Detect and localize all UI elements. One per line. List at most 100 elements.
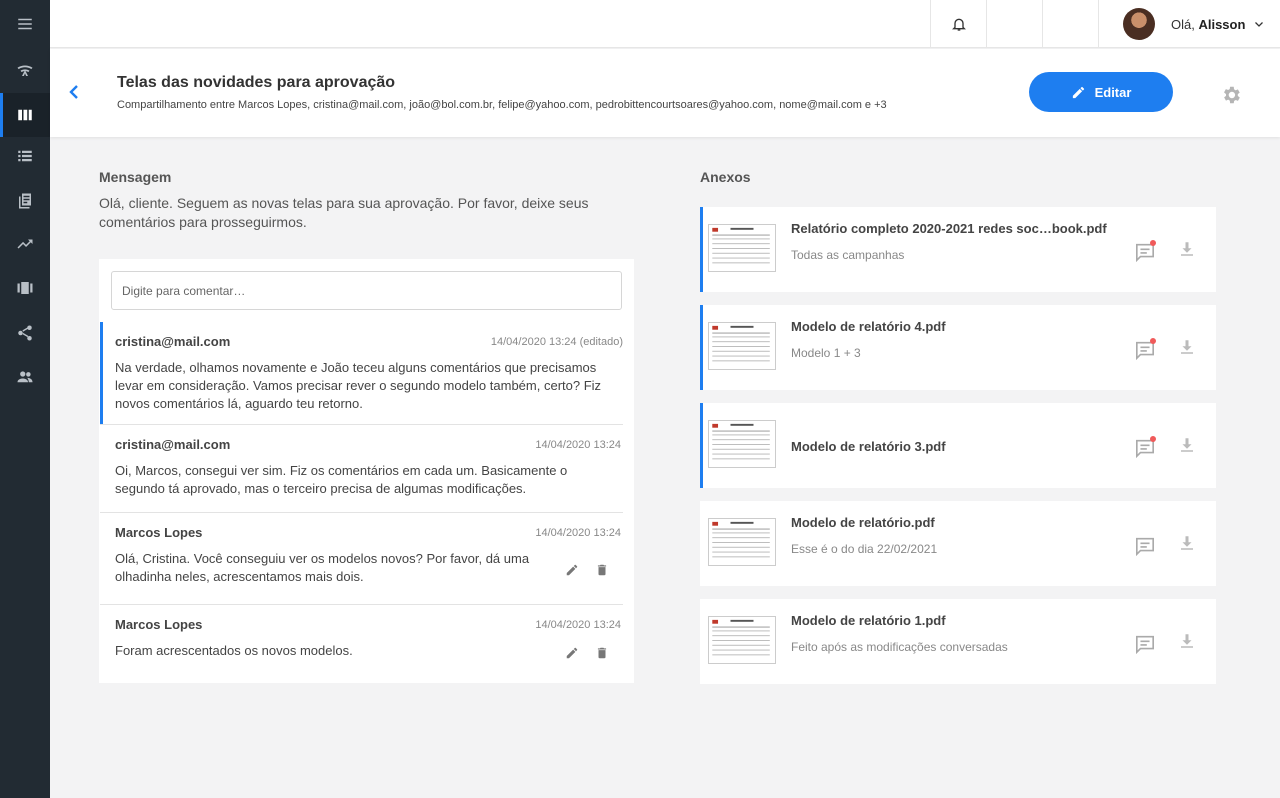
- sidebar-item-signal[interactable]: [0, 48, 50, 92]
- edit-button-label: Editar: [1094, 84, 1132, 100]
- attachments-label: Anexos: [700, 169, 751, 185]
- attachment-description: Modelo 1 + 3: [791, 346, 861, 360]
- sidebar-item-columns[interactable]: [0, 93, 50, 137]
- attachment-item[interactable]: Modelo de relatório.pdf Esse é o do dia …: [700, 501, 1216, 586]
- avatar: [1123, 8, 1155, 40]
- top-bar: Olá, Alisson: [50, 0, 1280, 48]
- attachment-comments-button[interactable]: [1134, 240, 1156, 263]
- topbar-slot-1[interactable]: [986, 0, 1042, 48]
- download-button[interactable]: [1178, 534, 1196, 552]
- pdf-thumbnail: [708, 420, 776, 468]
- attachment-description: Todas as campanhas: [791, 248, 905, 262]
- attachment-comments-button[interactable]: [1134, 338, 1156, 361]
- book-icon: [19, 193, 31, 209]
- comment-actions: [565, 646, 609, 660]
- download-button[interactable]: [1178, 338, 1196, 356]
- menu-icon: [18, 18, 32, 30]
- attachment-description: Esse é o do dia 22/02/2021: [791, 542, 938, 556]
- sidebar: [0, 0, 50, 798]
- attachment-comments-button[interactable]: [1134, 436, 1156, 459]
- download-button[interactable]: [1178, 240, 1196, 258]
- download-icon: [1181, 634, 1193, 648]
- notifications-button[interactable]: [930, 0, 986, 48]
- pdf-thumbnail: [708, 518, 776, 566]
- download-icon: [1181, 536, 1193, 550]
- user-menu[interactable]: Olá, Alisson: [1098, 0, 1280, 48]
- carousel-icon: [17, 282, 33, 294]
- message-label: Mensagem: [99, 169, 172, 185]
- chevron-down-icon: [1255, 22, 1264, 27]
- attachment-item[interactable]: Modelo de relatório 1.pdf Feito após as …: [700, 599, 1216, 684]
- comments-panel: cristina@mail.com 14/04/2020 13:24 (edit…: [99, 259, 634, 683]
- new-comment-dot: [1150, 240, 1156, 246]
- gear-icon[interactable]: [1220, 84, 1242, 106]
- comment-item: cristina@mail.com 14/04/2020 13:24 (edit…: [100, 322, 623, 425]
- share-participants: Compartilhamento entre Marcos Lopes, cri…: [117, 99, 887, 111]
- attachment-item[interactable]: Relatório completo 2020-2021 redes soc…b…: [700, 207, 1216, 292]
- pdf-thumbnail: [708, 224, 776, 272]
- attachment-item[interactable]: Modelo de relatório 4.pdf Modelo 1 + 3: [700, 305, 1216, 390]
- columns-icon: [18, 109, 32, 121]
- pdf-thumbnail: [708, 322, 776, 370]
- comment-body: Oi, Marcos, consegui ver sim. Fiz os com…: [115, 463, 568, 496]
- comment-author: Marcos Lopes: [115, 617, 203, 632]
- edit-button[interactable]: Editar: [1029, 72, 1173, 112]
- attachment-description: Feito após as modificações conversadas: [791, 640, 1008, 654]
- trash-icon[interactable]: [595, 646, 609, 660]
- pdf-thumbnail: [708, 616, 776, 664]
- comment-actions: [565, 563, 609, 577]
- pencil-icon[interactable]: [565, 646, 579, 660]
- page-header: Telas das novidades para aprovação Compa…: [50, 49, 1280, 137]
- sidebar-item-trending[interactable]: [0, 222, 50, 266]
- download-icon: [1181, 438, 1193, 452]
- comment-date: 14/04/2020 13:24 (editado): [490, 336, 623, 348]
- comment-icon: [1136, 537, 1154, 557]
- attachment-comments-button[interactable]: [1134, 634, 1156, 655]
- user-greeting: Olá, Alisson: [1171, 16, 1246, 32]
- page-title: Telas das novidades para aprovação: [117, 74, 396, 91]
- attachment-name: Relatório completo 2020-2021 redes soc…b…: [791, 221, 1107, 236]
- sidebar-item-share[interactable]: [0, 311, 50, 355]
- attachment-name: Modelo de relatório 1.pdf: [791, 613, 946, 628]
- comment-date: 14/04/2020 13:24: [535, 619, 621, 631]
- share-icon: [18, 325, 32, 341]
- comment-body: Olá, Cristina. Você conseguiu ver os mod…: [115, 551, 530, 584]
- comment-author: cristina@mail.com: [115, 334, 231, 349]
- comment-body: Na verdade, olhamos novamente e João tec…: [115, 360, 602, 411]
- new-comment-dot: [1150, 338, 1156, 344]
- comment-item: Marcos Lopes 14/04/2020 13:24 Olá, Crist…: [100, 513, 623, 605]
- trending-icon: [17, 239, 33, 249]
- sidebar-item-library[interactable]: [0, 179, 50, 223]
- comment-item: cristina@mail.com 14/04/2020 13:24 Oi, M…: [100, 425, 623, 513]
- comment-body: Foram acrescentados os novos modelos.: [115, 643, 353, 658]
- sidebar-item-list[interactable]: [0, 134, 50, 178]
- comment-author: cristina@mail.com: [115, 437, 231, 452]
- download-button[interactable]: [1178, 436, 1196, 454]
- pencil-icon: [1072, 86, 1084, 98]
- bell-icon: [951, 18, 966, 31]
- pencil-icon[interactable]: [565, 563, 579, 577]
- attachment-item[interactable]: Modelo de relatório 3.pdf: [700, 403, 1216, 488]
- people-icon: [17, 371, 33, 383]
- sidebar-item-people[interactable]: [0, 355, 50, 399]
- comment-author: Marcos Lopes: [115, 525, 203, 540]
- signal-icon: [17, 65, 33, 76]
- menu-button[interactable]: [0, 2, 50, 46]
- comment-input[interactable]: [111, 271, 622, 310]
- download-icon: [1181, 340, 1193, 354]
- attachment-name: Modelo de relatório 3.pdf: [791, 439, 946, 454]
- comment-icon: [1136, 635, 1154, 655]
- message-text: Olá, cliente. Seguem as novas telas para…: [99, 195, 589, 230]
- comment-date: 14/04/2020 13:24: [535, 527, 621, 539]
- trash-icon[interactable]: [595, 563, 609, 577]
- comment-date: 14/04/2020 13:24: [535, 439, 621, 451]
- download-button[interactable]: [1178, 632, 1196, 650]
- attachment-name: Modelo de relatório.pdf: [791, 515, 935, 530]
- download-icon: [1181, 242, 1193, 256]
- attachment-name: Modelo de relatório 4.pdf: [791, 319, 946, 334]
- attachment-comments-button[interactable]: [1134, 536, 1156, 557]
- sidebar-item-carousel[interactable]: [0, 266, 50, 310]
- comment-item: Marcos Lopes 14/04/2020 13:24 Foram acre…: [100, 605, 623, 683]
- back-arrow-icon[interactable]: [66, 83, 82, 101]
- topbar-slot-2[interactable]: [1042, 0, 1098, 48]
